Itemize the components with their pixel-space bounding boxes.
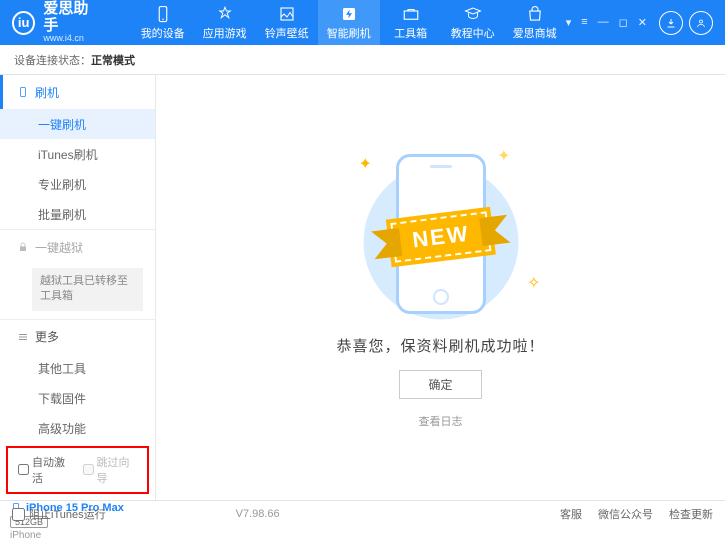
view-log-link[interactable]: 查看日志: [419, 413, 463, 429]
window-controls: ▾ ≡ — ◻ ✕: [566, 16, 647, 29]
nav-tutorial[interactable]: 教程中心: [442, 0, 504, 45]
nav-store[interactable]: 爱思商城: [504, 0, 566, 45]
sidebar-item-batch[interactable]: 批量刷机: [0, 199, 155, 229]
skip-guide-checkbox[interactable]: 跳过向导: [83, 454, 138, 486]
maximize-icon[interactable]: ◻: [619, 16, 628, 29]
status-value: 正常模式: [91, 52, 135, 68]
top-nav: 我的设备 应用游戏 铃声壁纸 智能刷机 工具箱 教程中心 爱思商城: [132, 0, 566, 45]
sidebar-item-pro[interactable]: 专业刷机: [0, 169, 155, 199]
jailbreak-note: 越狱工具已转移至工具箱: [32, 268, 143, 311]
titlebar: iu 爱思助手 www.i4.cn 我的设备 应用游戏 铃声壁纸 智能刷机 工具…: [0, 0, 725, 45]
sparkle-icon: ✦: [497, 146, 510, 166]
nav-apps[interactable]: 应用游戏: [194, 0, 256, 45]
status-label: 设备连接状态：: [14, 52, 91, 68]
device-type: iPhone: [10, 530, 145, 541]
sidebar-section-jailbreak[interactable]: 一键越狱: [0, 230, 155, 264]
close-icon[interactable]: ✕: [638, 16, 647, 29]
version-label: V7.98.66: [236, 508, 280, 520]
nav-toolbox[interactable]: 工具箱: [380, 0, 442, 45]
wallpaper-icon: [278, 5, 296, 23]
flash-icon: [340, 5, 358, 23]
phone-icon: [17, 86, 29, 98]
apps-icon: [216, 5, 234, 23]
toolbox-icon: [402, 5, 420, 23]
user-button[interactable]: [689, 11, 713, 35]
footer-link-update[interactable]: 检查更新: [669, 506, 713, 522]
status-bar: 设备连接状态： 正常模式: [0, 45, 725, 75]
main-content: NEW ✦ ✦ ✧ 恭喜您，保资料刷机成功啦！ 确定 查看日志: [156, 75, 725, 500]
ok-button[interactable]: 确定: [399, 370, 481, 399]
footer-link-wechat[interactable]: 微信公众号: [598, 506, 653, 522]
brand-name: 爱思助手: [43, 1, 101, 34]
sidebar-item-firmware[interactable]: 下载固件: [0, 384, 155, 414]
brand: 爱思助手 www.i4.cn: [43, 1, 101, 44]
auto-activate-checkbox[interactable]: 自动激活: [18, 454, 73, 486]
minimize-icon[interactable]: —: [598, 16, 609, 29]
sidebar-item-oneclick[interactable]: 一键刷机: [0, 109, 155, 139]
device-icon: [154, 5, 172, 23]
titlebar-right: ▾ ≡ — ◻ ✕: [566, 11, 713, 35]
lock-icon: [17, 241, 29, 253]
menu-icon[interactable]: ▾: [566, 16, 572, 29]
sidebar-section-flash[interactable]: 刷机: [0, 75, 155, 109]
nav-my-device[interactable]: 我的设备: [132, 0, 194, 45]
footer-link-support[interactable]: 客服: [560, 506, 582, 522]
sidebar-item-other[interactable]: 其他工具: [0, 354, 155, 384]
app-logo: iu: [12, 11, 35, 35]
tutorial-icon: [464, 5, 482, 23]
download-button[interactable]: [659, 11, 683, 35]
sparkle-icon: ✧: [527, 273, 540, 293]
menu-lines-icon: [17, 331, 29, 343]
settings-icon[interactable]: ≡: [581, 16, 587, 29]
nav-flash[interactable]: 智能刷机: [318, 0, 380, 45]
sidebar-item-itunes[interactable]: iTunes刷机: [0, 139, 155, 169]
options-row: 自动激活 跳过向导: [6, 446, 149, 494]
success-message: 恭喜您，保资料刷机成功啦！: [336, 335, 544, 356]
sidebar: 刷机 一键刷机 iTunes刷机 专业刷机 批量刷机 一键越狱 越狱工具已转移至…: [0, 75, 156, 500]
sidebar-section-more[interactable]: 更多: [0, 320, 155, 354]
store-icon: [526, 5, 544, 23]
nav-ringtone[interactable]: 铃声壁纸: [256, 0, 318, 45]
block-itunes-checkbox[interactable]: 阻止iTunes运行: [12, 506, 106, 522]
success-illustration: NEW ✦ ✦ ✧: [341, 146, 541, 321]
sidebar-item-advanced[interactable]: 高级功能: [0, 414, 155, 444]
brand-url: www.i4.cn: [43, 34, 101, 44]
sparkle-icon: ✦: [359, 154, 372, 174]
